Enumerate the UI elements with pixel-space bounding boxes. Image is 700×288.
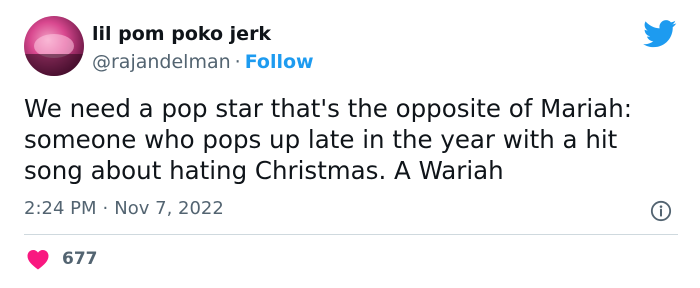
heart-icon[interactable]	[26, 248, 50, 270]
twitter-bird-icon[interactable]	[643, 20, 677, 48]
date-separator: ·	[102, 198, 109, 219]
tweet-date[interactable]: Nov 7, 2022	[114, 198, 224, 219]
divider	[24, 234, 678, 235]
tweet-timestamp[interactable]: 2:24 PM · Nov 7, 2022	[24, 197, 224, 221]
avatar[interactable]	[24, 16, 84, 76]
tweet-time[interactable]: 2:24 PM	[24, 198, 97, 219]
tweet-text: We need a pop star that's the opposite o…	[24, 94, 632, 185]
author-handle[interactable]: @rajandelman	[92, 51, 231, 73]
handle-separator: ·	[234, 51, 241, 73]
follow-button[interactable]: Follow	[245, 51, 314, 73]
author-handle-row: @rajandelman · Follow	[92, 50, 314, 74]
like-count[interactable]: 677	[62, 247, 98, 271]
author-display-name[interactable]: lil pom poko jerk	[92, 22, 271, 46]
info-icon[interactable]	[650, 200, 672, 222]
